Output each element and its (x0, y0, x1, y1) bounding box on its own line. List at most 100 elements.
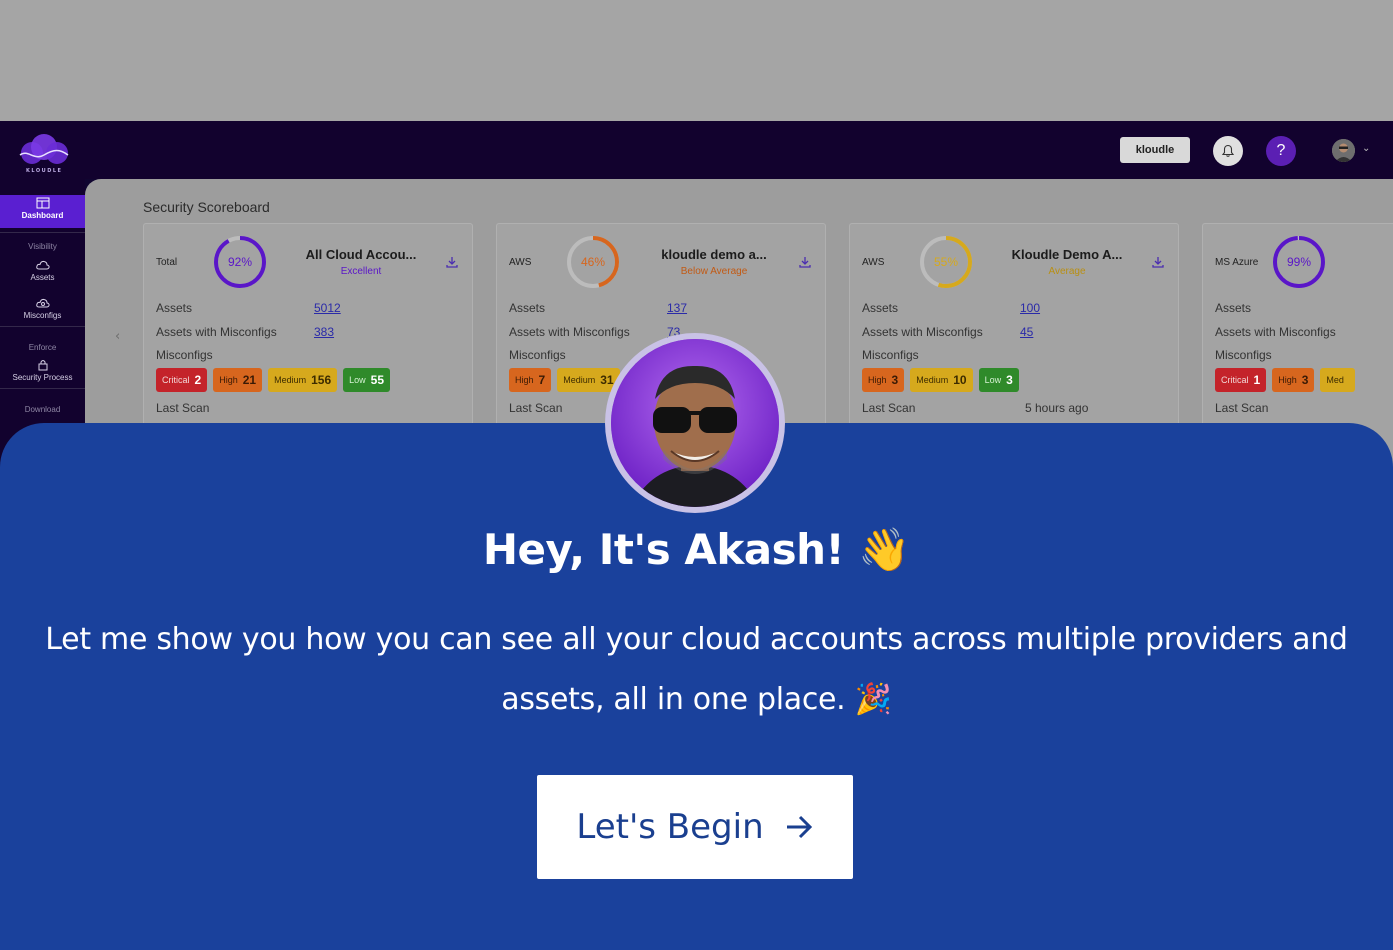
last-scan-value: 5 hours ago (1025, 401, 1089, 415)
rating-label: Below Average (680, 266, 748, 277)
assets-count[interactable]: 5012 (314, 301, 341, 315)
sidebar-item-label: Security Process (12, 373, 73, 382)
sidebar-item-label: Misconfigs (23, 311, 62, 320)
severity-badge-high[interactable]: High 3 (1272, 368, 1315, 392)
bell-icon (1221, 144, 1235, 157)
badge-label: Med (1326, 375, 1344, 385)
severity-badge-med[interactable]: Medium 10 (910, 368, 973, 392)
severity-badge-crit[interactable]: Critical 1 (1215, 368, 1267, 392)
user-avatar[interactable] (1332, 139, 1355, 162)
account-name[interactable]: All Cloud Accou... (286, 247, 436, 262)
badge-count: 3 (1006, 373, 1013, 387)
download-icon[interactable] (799, 256, 811, 268)
lock-icon (38, 360, 47, 371)
badge-label: High (1278, 375, 1297, 385)
severity-badge-med[interactable]: Medium 156 (268, 368, 338, 392)
lets-begin-label: Let's Begin (576, 807, 764, 847)
last-scan-label: Last Scan (509, 401, 563, 415)
severity-badge-med[interactable]: Medium 31 (557, 368, 620, 392)
rating-label: Excellent (340, 266, 382, 277)
provider-label: Total (156, 257, 178, 268)
sidebar-divider (0, 388, 85, 389)
severity-badges: Critical 1 High 3 Med (1215, 368, 1355, 392)
badge-label: High (515, 375, 534, 385)
badge-label: Critical (1221, 375, 1249, 385)
severity-badge-low[interactable]: Low 55 (343, 368, 390, 392)
sidebar-section-enforce: Enforce (28, 343, 57, 352)
download-icon[interactable] (446, 256, 458, 268)
assets-misconfigs-count[interactable]: 383 (314, 325, 334, 339)
account-name[interactable]: Kloudle Demo A... (992, 247, 1142, 262)
cloud-icon (35, 260, 50, 270)
misconfigs-label: Misconfigs (156, 348, 213, 362)
help-button[interactable]: ? (1266, 136, 1296, 166)
last-scan-label: Last Scan (156, 401, 210, 415)
last-scan-label: Last Scan (1215, 401, 1269, 415)
severity-badge-high[interactable]: High 3 (862, 368, 905, 392)
sidebar-item-dashboard-content[interactable]: Dashboard (0, 197, 85, 220)
badge-count: 1 (1253, 373, 1261, 387)
provider-label: AWS (509, 257, 532, 268)
provider-label: MS Azure (1215, 257, 1259, 268)
severity-badge-high[interactable]: High 21 (213, 368, 263, 392)
download-icon[interactable] (1152, 256, 1164, 268)
score-percent: 55% (933, 255, 959, 269)
account-name[interactable]: kloudle demo a... (639, 247, 789, 262)
severity-badge-high[interactable]: High 7 (509, 368, 552, 392)
badge-label: Low (349, 375, 366, 385)
rating-label: Average (1048, 266, 1086, 277)
score-percent: 46% (580, 255, 606, 269)
badge-label: Critical (162, 375, 190, 385)
badge-count: 21 (242, 373, 257, 387)
badge-count: 7 (538, 373, 546, 387)
sidebar-divider (0, 232, 85, 233)
sidebar-item-security-process[interactable]: Security Process (0, 359, 85, 382)
cloud-settings-icon (35, 298, 50, 308)
badge-label: Medium (916, 375, 949, 385)
lets-begin-button[interactable]: Let's Begin (537, 775, 853, 879)
last-scan-label: Last Scan (862, 401, 916, 415)
score-percent: 92% (227, 255, 253, 269)
badge-count: 3 (891, 373, 899, 387)
assets-label: Assets (862, 301, 899, 315)
user-photo-icon (1332, 139, 1355, 162)
badge-label: High (868, 375, 887, 385)
sidebar-section-visibility: Visibility (28, 242, 57, 251)
assets-misconfigs-count[interactable]: 45 (1020, 325, 1033, 339)
assets-label: Assets (509, 301, 546, 315)
sidebar-item-misconfigs[interactable]: Misconfigs (0, 297, 85, 320)
arrow-right-icon (786, 815, 812, 839)
badge-count: 55 (370, 373, 384, 387)
org-selector-button[interactable]: kloudle (1120, 137, 1190, 163)
score-percent: 99% (1286, 255, 1312, 269)
guide-photo (611, 339, 779, 507)
severity-badge-med[interactable]: Med (1320, 368, 1355, 392)
assets-count[interactable]: 137 (667, 301, 687, 315)
sidebar-item-label: Assets (30, 273, 55, 282)
notifications-button[interactable] (1213, 136, 1243, 166)
severity-badge-crit[interactable]: Critical 2 (156, 368, 208, 392)
severity-badges: Critical 2 High 21 Medium 156 Low 55 (156, 368, 390, 392)
onboarding-message: Let me show you how you can see all your… (45, 622, 1348, 717)
misconfigs-label: Misconfigs (1215, 348, 1272, 362)
carousel-prev-button[interactable]: ‹ (115, 329, 120, 344)
misconfigs-label: Misconfigs (862, 348, 919, 362)
sidebar-item-label: Dashboard (21, 211, 64, 220)
greeting-heading: Hey, It's Akash! 👋 (482, 525, 911, 574)
badge-label: Medium (563, 375, 596, 385)
assets-misconfigs-label: Assets with Misconfigs (1215, 325, 1336, 339)
assets-count[interactable]: 100 (1020, 301, 1040, 315)
severity-badges: High 7 Medium 31 (509, 368, 620, 392)
assets-misconfigs-label: Assets with Misconfigs (509, 325, 630, 339)
assets-label: Assets (1215, 301, 1252, 315)
chevron-down-icon[interactable]: ⌄ (1362, 143, 1370, 154)
sidebar-item-assets[interactable]: Assets (0, 259, 85, 282)
badge-count: 156 (311, 373, 332, 387)
severity-badges: High 3 Medium 10 Low 3 (862, 368, 1019, 392)
severity-badge-low[interactable]: Low 3 (978, 368, 1019, 392)
provider-label: AWS (862, 257, 885, 268)
misconfigs-label: Misconfigs (509, 348, 566, 362)
badge-label: High (219, 375, 238, 385)
assets-label: Assets (156, 301, 193, 315)
backdrop (0, 0, 1393, 121)
